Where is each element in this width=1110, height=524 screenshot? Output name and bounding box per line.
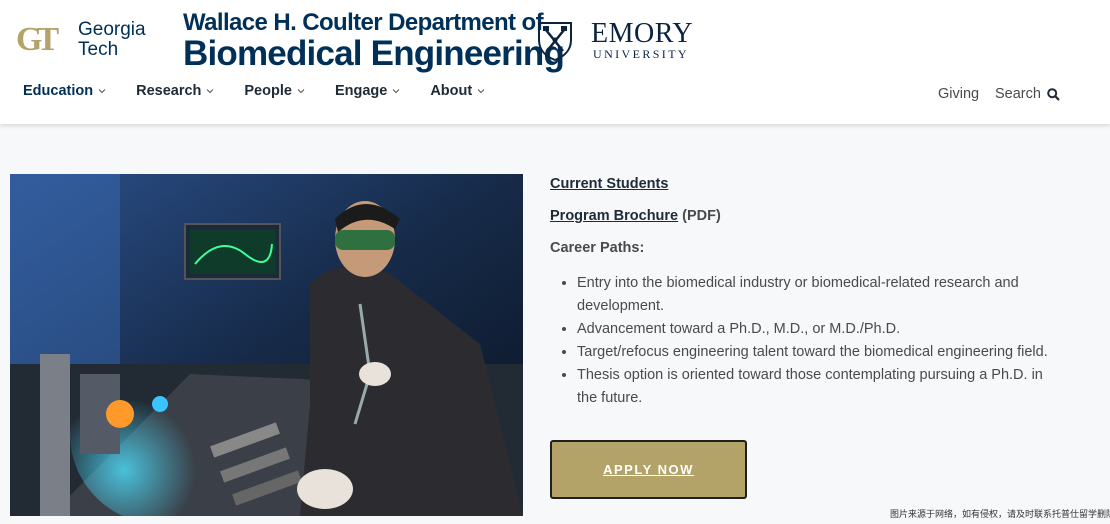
list-item: Thesis option is oriented toward those c…	[577, 364, 1067, 410]
nav-item-about[interactable]: About	[430, 83, 485, 99]
chevron-down-icon	[477, 89, 485, 94]
georgia-tech-wordmark: Georgia Tech	[78, 19, 146, 60]
emory-shield-icon	[538, 22, 572, 62]
career-paths-list: Entry into the biomedical industry or bi…	[577, 272, 1067, 410]
gt-monogram: GT	[16, 21, 59, 58]
lab-photo-illustration	[10, 174, 523, 516]
search-icon	[1047, 87, 1060, 101]
image-source-watermark: 图片来源于网络，如有侵权，请及时联系托普仕留学删除	[890, 509, 1110, 519]
giving-link[interactable]: Giving	[938, 86, 979, 102]
apply-now-button[interactable]: APPLY NOW	[550, 440, 747, 499]
department-title-line2: Biomedical Engineering	[183, 34, 565, 73]
chevron-down-icon	[207, 89, 214, 94]
list-item: Entry into the biomedical industry or bi…	[577, 272, 1067, 318]
chevron-down-icon	[297, 89, 305, 94]
georgia-tech-logo[interactable]: GT Georgia Tech	[16, 20, 156, 62]
researcher-lab-photo	[10, 174, 523, 516]
emory-wordmark: EMORY	[591, 18, 694, 49]
current-students-link[interactable]: Current Students	[550, 176, 668, 192]
department-title[interactable]: Wallace H. Coulter Department of Biomedi…	[183, 9, 565, 73]
site-header: GT Georgia Tech Wallace H. Coulter Depar…	[0, 0, 1110, 124]
nav-item-engage[interactable]: Engage	[335, 83, 400, 99]
chevron-down-icon	[392, 89, 400, 94]
list-item: Target/refocus engineering talent toward…	[577, 341, 1067, 364]
pdf-label: (PDF)	[682, 208, 721, 224]
emory-logo[interactable]: EMORY UNIVERSITY	[536, 20, 696, 64]
search-label: Search	[995, 86, 1041, 102]
main-nav: Education Research People Engage About	[23, 83, 515, 99]
department-title-line1: Wallace H. Coulter Department of	[183, 9, 544, 36]
nav-item-education[interactable]: Education	[23, 83, 106, 99]
search-button[interactable]: Search	[995, 86, 1060, 102]
list-item: Advancement toward a Ph.D., M.D., or M.D…	[577, 318, 1067, 341]
nav-item-research[interactable]: Research	[136, 83, 214, 99]
career-paths-heading: Career Paths:	[550, 240, 645, 256]
nav-item-people[interactable]: People	[244, 83, 305, 99]
program-brochure-link[interactable]: Program Brochure	[550, 208, 678, 224]
emory-university-label: UNIVERSITY	[593, 47, 689, 61]
chevron-down-icon	[98, 89, 106, 94]
